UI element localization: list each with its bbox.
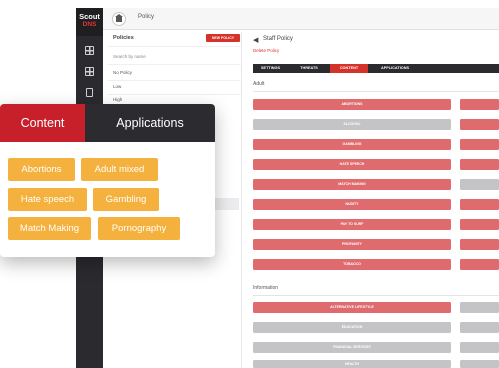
scout-dns-logo[interactable]: Scout DNS xyxy=(76,8,103,36)
tab-settings[interactable]: SETTINGS xyxy=(253,64,288,73)
card-tab-content[interactable]: Content xyxy=(0,104,85,142)
category-right-column[interactable] xyxy=(460,219,499,230)
staff-policy-panel: ◀ Staff Policy Delete Policy SETTINGS TH… xyxy=(246,30,499,368)
divider xyxy=(253,91,499,92)
category-right-column[interactable] xyxy=(460,139,499,150)
pill-abortions[interactable]: Abortions xyxy=(8,158,75,181)
category-profanity[interactable]: PROFANITY xyxy=(253,239,451,250)
dashboard-icon[interactable] xyxy=(85,46,94,55)
section-title-adult: Adult xyxy=(253,81,265,87)
delete-policy-link[interactable]: Delete Policy xyxy=(253,48,279,53)
category-right-column[interactable] xyxy=(460,259,499,270)
category-alternative-lifestyle[interactable]: ALTERNATIVE LIFESTYLE xyxy=(253,302,451,313)
reports-icon[interactable] xyxy=(85,67,94,76)
pill-adult-mixed[interactable]: Adult mixed xyxy=(81,158,158,181)
tab-applications[interactable]: APPLICATIONS xyxy=(370,64,420,73)
pill-gambling[interactable]: Gambling xyxy=(93,188,159,211)
category-education[interactable]: EDUCATION xyxy=(253,322,451,333)
new-policy-button[interactable]: NEW POLICY xyxy=(206,34,240,42)
category-right-column[interactable] xyxy=(460,199,499,210)
logo-text-scout: Scout xyxy=(79,12,100,21)
category-right-column[interactable] xyxy=(460,360,499,368)
policy-search-input[interactable]: Search by name xyxy=(113,54,146,59)
policy-item-selected[interactable] xyxy=(215,198,239,210)
category-right-column[interactable] xyxy=(460,159,499,170)
pill-hate-speech[interactable]: Hate speech xyxy=(8,188,87,211)
policy-item-high[interactable]: High xyxy=(113,97,122,102)
category-right-column[interactable] xyxy=(460,322,499,333)
policy-item-no-policy[interactable]: No Policy xyxy=(113,70,132,75)
policy-item-low[interactable]: Low xyxy=(113,84,121,89)
category-financial-services[interactable]: FINANCIAL SERVICES xyxy=(253,342,451,353)
category-right-column[interactable] xyxy=(460,302,499,313)
tab-threats[interactable]: THREATS xyxy=(290,64,328,73)
category-nudity[interactable]: NUDITY xyxy=(253,199,451,210)
category-alcohol[interactable]: ALCOHOL xyxy=(253,119,451,130)
back-arrow-icon[interactable]: ◀ xyxy=(253,36,258,44)
category-tobacco[interactable]: TOBACCO xyxy=(253,259,451,270)
divider xyxy=(108,94,242,95)
card-tab-applications[interactable]: Applications xyxy=(85,104,215,142)
category-right-column[interactable] xyxy=(460,342,499,353)
divider xyxy=(108,80,242,81)
pill-pornography[interactable]: Pornography xyxy=(98,217,180,240)
policy-tabs: SETTINGS THREATS CONTENT APPLICATIONS xyxy=(253,64,499,73)
category-gambling[interactable]: GAMBLING xyxy=(253,139,451,150)
tab-content[interactable]: CONTENT xyxy=(330,64,368,73)
document-icon[interactable] xyxy=(86,88,93,97)
category-hate-speech[interactable]: HATE SPEECH xyxy=(253,159,451,170)
card-tabs: Content Applications xyxy=(0,104,215,142)
pill-match-making[interactable]: Match Making xyxy=(8,217,91,240)
category-health[interactable]: HEALTH xyxy=(253,360,451,368)
category-right-column[interactable] xyxy=(460,239,499,250)
home-button[interactable] xyxy=(112,12,126,26)
divider xyxy=(253,295,499,296)
category-match-making[interactable]: MATCH MAKING xyxy=(253,179,451,190)
policies-header: Policies xyxy=(113,35,134,41)
content-filter-card: Content Applications Abortions Adult mix… xyxy=(0,104,215,257)
category-abortions[interactable]: ABORTIONS xyxy=(253,99,451,110)
policy-title: Staff Policy xyxy=(263,36,293,42)
divider xyxy=(108,46,242,47)
category-right-column[interactable] xyxy=(460,179,499,190)
logo-text-dns: DNS xyxy=(82,21,97,28)
divider xyxy=(108,64,242,65)
home-icon xyxy=(115,14,123,22)
category-right-column[interactable] xyxy=(460,119,499,130)
breadcrumb: Policy xyxy=(138,14,155,20)
top-bar: Policy xyxy=(103,8,499,30)
category-right-column[interactable] xyxy=(460,99,499,110)
section-title-information: Information xyxy=(253,285,279,291)
category-pay-to-surf[interactable]: PAY TO SURF xyxy=(253,219,451,230)
